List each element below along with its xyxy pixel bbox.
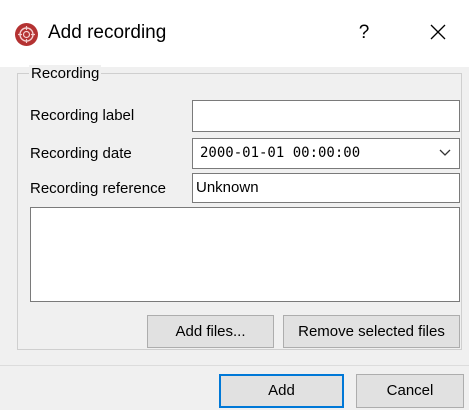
recording-reference-caption: Recording reference — [30, 180, 166, 197]
close-icon — [430, 24, 446, 40]
recording-date-value: 2000-01-01 00:00:00 — [200, 145, 361, 161]
recording-label-input[interactable] — [192, 100, 460, 132]
help-button[interactable]: ? — [352, 20, 376, 46]
remove-selected-files-button[interactable]: Remove selected files — [283, 315, 460, 348]
recording-label-caption: Recording label — [30, 107, 135, 124]
close-button[interactable] — [425, 18, 451, 46]
recording-date-combo[interactable]: 2000-01-01 00:00:00 — [192, 138, 460, 169]
app-logo-icon — [15, 23, 38, 46]
files-list[interactable] — [30, 207, 460, 302]
title-bar: Add recording ? — [0, 0, 469, 67]
window-title: Add recording — [48, 22, 167, 43]
recording-date-caption: Recording date — [30, 145, 132, 162]
divider — [0, 365, 469, 366]
add-button[interactable]: Add — [219, 374, 344, 408]
add-files-button[interactable]: Add files... — [147, 315, 274, 348]
recording-reference-input[interactable]: Unknown — [192, 173, 460, 203]
chevron-down-icon — [439, 149, 451, 156]
cancel-button[interactable]: Cancel — [356, 374, 464, 408]
group-title: Recording — [29, 65, 102, 82]
